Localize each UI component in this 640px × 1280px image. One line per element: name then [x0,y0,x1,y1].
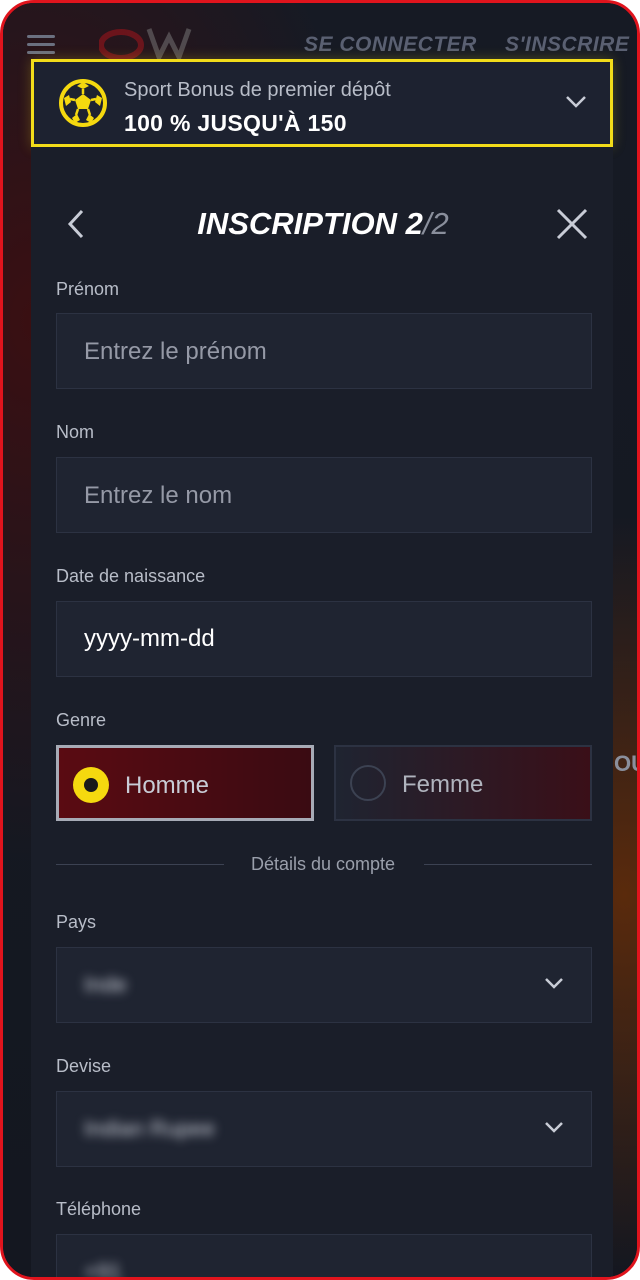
currency-select[interactable]: Indian Rupee [56,1091,592,1167]
signup-link[interactable]: S'INSCRIRE [505,33,629,57]
country-select[interactable]: Inde [56,947,592,1023]
phone-input[interactable]: +91 [56,1234,592,1280]
chevron-down-icon [545,1122,563,1133]
birth-date-label: Date de naissance [56,566,206,586]
soccer-ball-icon [59,79,107,127]
gender-option-male[interactable]: Homme [56,745,314,821]
logo[interactable] [99,25,209,59]
menu-icon[interactable] [27,35,55,54]
first-name-input[interactable]: Entrez le prénom [56,313,592,389]
bonus-subtitle: Sport Bonus de premier dépôt [124,79,391,101]
login-link[interactable]: SE CONNECTER [304,33,477,57]
last-name-placeholder: Entrez le nom [84,482,233,509]
bonus-banner[interactable]: Sport Bonus de premier dépôt 100 % JUSQU… [31,59,613,147]
chevron-down-icon [545,978,563,989]
country-label: Pays [56,912,97,932]
close-icon[interactable] [555,207,589,241]
chevron-down-icon[interactable] [564,94,588,110]
phone-frame: SE CONNECTER S'INSCRIRE Sport Bonus de p… [0,0,640,1280]
currency-label: Devise [56,1056,112,1076]
first-name-placeholder: Entrez le prénom [84,338,267,365]
bonus-title: 100 % JUSQU'À 150 [124,110,347,136]
gender-female-label: Femme [402,771,484,798]
title-separator: / [422,206,432,241]
radio-selected-icon[interactable] [73,767,109,803]
last-name-input[interactable]: Entrez le nom [56,457,592,533]
phone-value: +91 [84,1259,122,1280]
top-bar: SE CONNECTER S'INSCRIRE [3,3,637,63]
last-name-label: Nom [56,422,95,442]
gender-male-label: Homme [125,772,210,799]
title-step: INSCRIPTION 2 [197,206,423,241]
first-name-label: Prénom [56,279,120,299]
radio-unselected-icon[interactable] [350,765,386,801]
phone-label: Téléphone [56,1199,142,1219]
birth-date-value: yyyy-mm-dd [84,625,215,652]
background-text-fragment: OU [614,751,637,776]
currency-value: Indian Rupee [84,1116,215,1141]
country-value: Inde [84,972,127,997]
section-divider-right [424,864,592,865]
birth-date-input[interactable]: yyyy-mm-dd [56,601,592,677]
page-title: INSCRIPTION 2/2 [3,206,637,242]
gender-option-female[interactable]: Femme [334,745,592,821]
gender-label: Genre [56,710,107,730]
title-total: 2 [431,206,449,241]
